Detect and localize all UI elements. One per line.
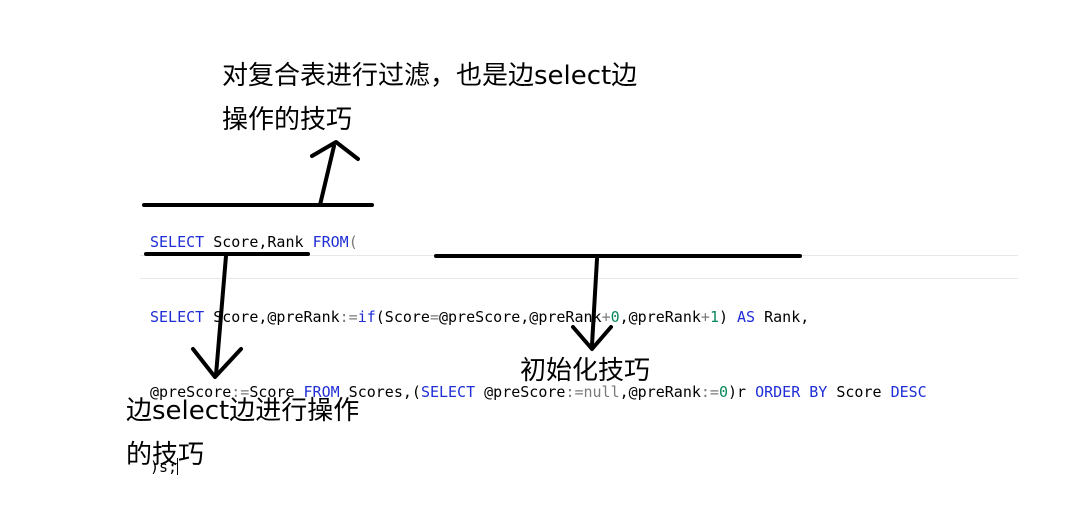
arrow-down-left-shaft [214,254,228,377]
diagram-canvas: SELECT Score,Rank FROM( SELECT Score,@pr… [0,0,1088,521]
arrow-up-head [310,140,360,161]
arrow-down-right-shaft [590,257,599,347]
arrow-up-shaft [318,144,336,207]
hand-drawn-marks [142,140,802,379]
